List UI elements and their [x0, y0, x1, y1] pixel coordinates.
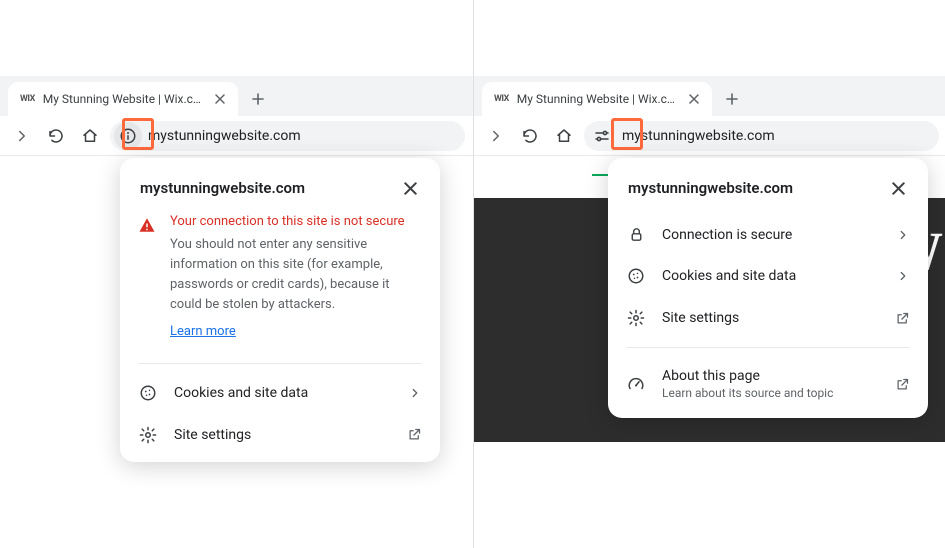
- settings-label: Site settings: [662, 310, 879, 326]
- wix-favicon: WIX: [494, 94, 509, 104]
- about-page-label: About this page: [662, 368, 879, 384]
- new-tab-button[interactable]: [718, 85, 746, 113]
- wix-favicon: WIX: [20, 94, 35, 104]
- reload-button[interactable]: [516, 122, 544, 150]
- address-bar[interactable]: mystunningwebsite.com: [110, 121, 465, 151]
- external-link-icon: [895, 377, 910, 392]
- chevron-right-icon: [896, 228, 910, 242]
- cookies-label: Cookies and site data: [174, 385, 392, 401]
- cookies-label: Cookies and site data: [662, 268, 880, 284]
- external-link-icon: [895, 311, 910, 326]
- about-page-row[interactable]: About this page Learn about its source a…: [608, 356, 928, 418]
- close-icon[interactable]: [886, 176, 910, 200]
- close-icon[interactable]: [398, 176, 422, 200]
- tune-icon: [593, 127, 611, 145]
- speed-icon: [626, 375, 646, 393]
- divider: [626, 347, 910, 348]
- url-text: mystunningwebsite.com: [148, 128, 301, 144]
- cookie-icon: [138, 384, 158, 402]
- tab-strip-bg: WIX My Stunning Website | Wix.com: [0, 76, 473, 116]
- popup-title: mystunningwebsite.com: [628, 179, 793, 197]
- warning-triangle-icon: [138, 216, 156, 339]
- tab-strip-bg: WIX My Stunning Website | Wix.com: [474, 76, 945, 116]
- cookie-icon: [626, 267, 646, 285]
- address-bar[interactable]: mystunningwebsite.com: [584, 121, 939, 151]
- home-button[interactable]: [550, 122, 578, 150]
- site-info-button[interactable]: [588, 122, 616, 150]
- warning-body: You should not enter any sensitive infor…: [170, 235, 422, 316]
- chevron-right-icon: [896, 269, 910, 283]
- info-icon: [119, 127, 137, 145]
- new-tab-button[interactable]: [244, 85, 272, 113]
- tab-title: My Stunning Website | Wix.com: [517, 92, 679, 106]
- learn-more-link[interactable]: Learn more: [170, 324, 236, 339]
- lock-icon: [626, 226, 646, 243]
- forward-button[interactable]: [8, 122, 36, 150]
- home-button[interactable]: [76, 122, 104, 150]
- site-info-popup-secure: mystunningwebsite.com Connection is secu…: [608, 158, 928, 418]
- warning-title: Your connection to this site is not secu…: [170, 214, 422, 229]
- about-page-sub: Learn about its source and topic: [662, 386, 879, 400]
- close-icon[interactable]: [213, 91, 228, 107]
- site-info-button[interactable]: [114, 122, 142, 150]
- cookies-row[interactable]: Cookies and site data: [120, 372, 440, 414]
- connection-secure-row[interactable]: Connection is secure: [608, 214, 928, 255]
- close-icon[interactable]: [687, 91, 702, 107]
- browser-toolbar: mystunningwebsite.com: [0, 116, 473, 156]
- browser-tab[interactable]: WIX My Stunning Website | Wix.com: [482, 82, 712, 116]
- chevron-right-icon: [408, 386, 422, 400]
- connection-secure-label: Connection is secure: [662, 227, 880, 243]
- forward-button[interactable]: [482, 122, 510, 150]
- gear-icon: [138, 426, 158, 444]
- gear-icon: [626, 309, 646, 327]
- site-info-popup-insecure: mystunningwebsite.com Your connection to…: [120, 158, 440, 462]
- browser-toolbar: mystunningwebsite.com: [474, 116, 945, 156]
- reload-button[interactable]: [42, 122, 70, 150]
- site-settings-row[interactable]: Site settings: [608, 297, 928, 339]
- external-link-icon: [407, 427, 422, 442]
- cookies-row[interactable]: Cookies and site data: [608, 255, 928, 297]
- divider: [138, 363, 422, 364]
- site-settings-row[interactable]: Site settings: [120, 414, 440, 462]
- settings-label: Site settings: [174, 427, 391, 443]
- url-text: mystunningwebsite.com: [622, 128, 775, 144]
- browser-tab[interactable]: WIX My Stunning Website | Wix.com: [8, 82, 238, 116]
- tab-title: My Stunning Website | Wix.com: [43, 92, 205, 106]
- popup-title: mystunningwebsite.com: [140, 179, 305, 197]
